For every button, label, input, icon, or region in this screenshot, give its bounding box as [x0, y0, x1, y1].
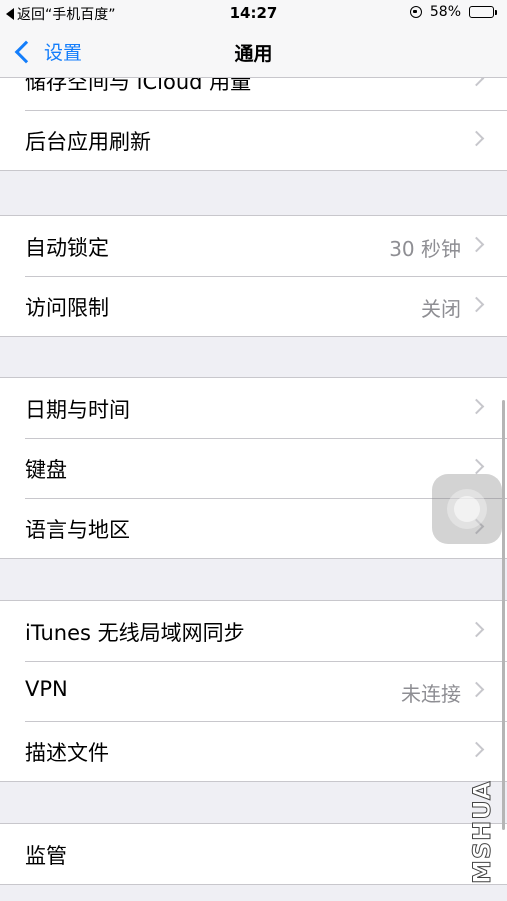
- row-label: VPN: [25, 677, 68, 701]
- chevron-right-icon: [468, 296, 485, 313]
- settings-group-network: iTunes 无线局域网同步 VPN 未连接 描述文件: [0, 600, 507, 782]
- battery-icon: [469, 6, 497, 18]
- row-label: 语言与地区: [25, 518, 130, 542]
- assistive-touch-core: [454, 496, 480, 522]
- chevron-right-icon: [468, 681, 485, 698]
- settings-row-restrictions[interactable]: 访问限制 关闭: [0, 276, 507, 336]
- chevron-right-icon: [468, 458, 485, 475]
- chevron-right-icon: [468, 398, 485, 415]
- settings-row-auto-lock[interactable]: 自动锁定 30 秒钟: [0, 216, 507, 276]
- chevron-right-icon: [468, 130, 485, 147]
- row-label: 访问限制: [25, 296, 109, 320]
- settings-row-vpn[interactable]: VPN 未连接: [0, 661, 507, 721]
- row-label: 后台应用刷新: [25, 130, 151, 154]
- settings-group-locale: 日期与时间 键盘 语言与地区: [0, 377, 507, 559]
- row-label: 自动锁定: [25, 236, 109, 260]
- row-label: 日期与时间: [25, 398, 130, 422]
- chevron-right-icon: [468, 78, 485, 87]
- status-bar: 返回“手机百度” 14:27 58%: [0, 0, 507, 26]
- settings-row-background-refresh[interactable]: 后台应用刷新: [0, 110, 507, 170]
- battery-percent: 58%: [429, 4, 461, 20]
- row-label: 描述文件: [25, 741, 109, 765]
- chevron-right-icon: [468, 741, 485, 758]
- row-label: iTunes 无线局域网同步: [25, 621, 245, 645]
- navigation-bar: 设置 通用: [0, 26, 507, 78]
- scroll-indicator[interactable]: [502, 400, 505, 830]
- settings-group-supervision: 监管: [0, 823, 507, 885]
- settings-row-keyboard[interactable]: 键盘: [0, 438, 507, 498]
- settings-row-itunes-wifi-sync[interactable]: iTunes 无线局域网同步: [0, 601, 507, 661]
- settings-row-storage[interactable]: 储存空间与 iCloud 用量: [0, 78, 507, 110]
- settings-row-date-time[interactable]: 日期与时间: [0, 378, 507, 438]
- chevron-right-icon: [468, 621, 485, 638]
- settings-group-lock: 自动锁定 30 秒钟 访问限制 关闭: [0, 215, 507, 337]
- row-label: 储存空间与 iCloud 用量: [25, 78, 252, 94]
- assistive-touch-button[interactable]: [432, 474, 502, 544]
- rotation-lock-icon: [409, 6, 422, 18]
- settings-row-language-region[interactable]: 语言与地区: [0, 498, 507, 558]
- watermark: MSHUA: [468, 780, 497, 885]
- row-value: 关闭: [421, 297, 461, 321]
- settings-list[interactable]: 储存空间与 iCloud 用量 后台应用刷新 自动锁定 30 秒钟 访问限制 关…: [0, 78, 507, 901]
- row-label: 监管: [25, 844, 67, 868]
- settings-group-storage: 储存空间与 iCloud 用量 后台应用刷新: [0, 78, 507, 171]
- row-value: 未连接: [401, 682, 461, 706]
- row-value: 30 秒钟: [389, 237, 461, 261]
- page-title: 通用: [234, 43, 273, 65]
- row-label: 键盘: [25, 458, 67, 482]
- chevron-right-icon: [468, 236, 485, 253]
- status-indicators: 58%: [409, 4, 497, 20]
- settings-row-profiles[interactable]: 描述文件: [0, 721, 507, 781]
- settings-row-supervision[interactable]: 监管: [0, 824, 507, 884]
